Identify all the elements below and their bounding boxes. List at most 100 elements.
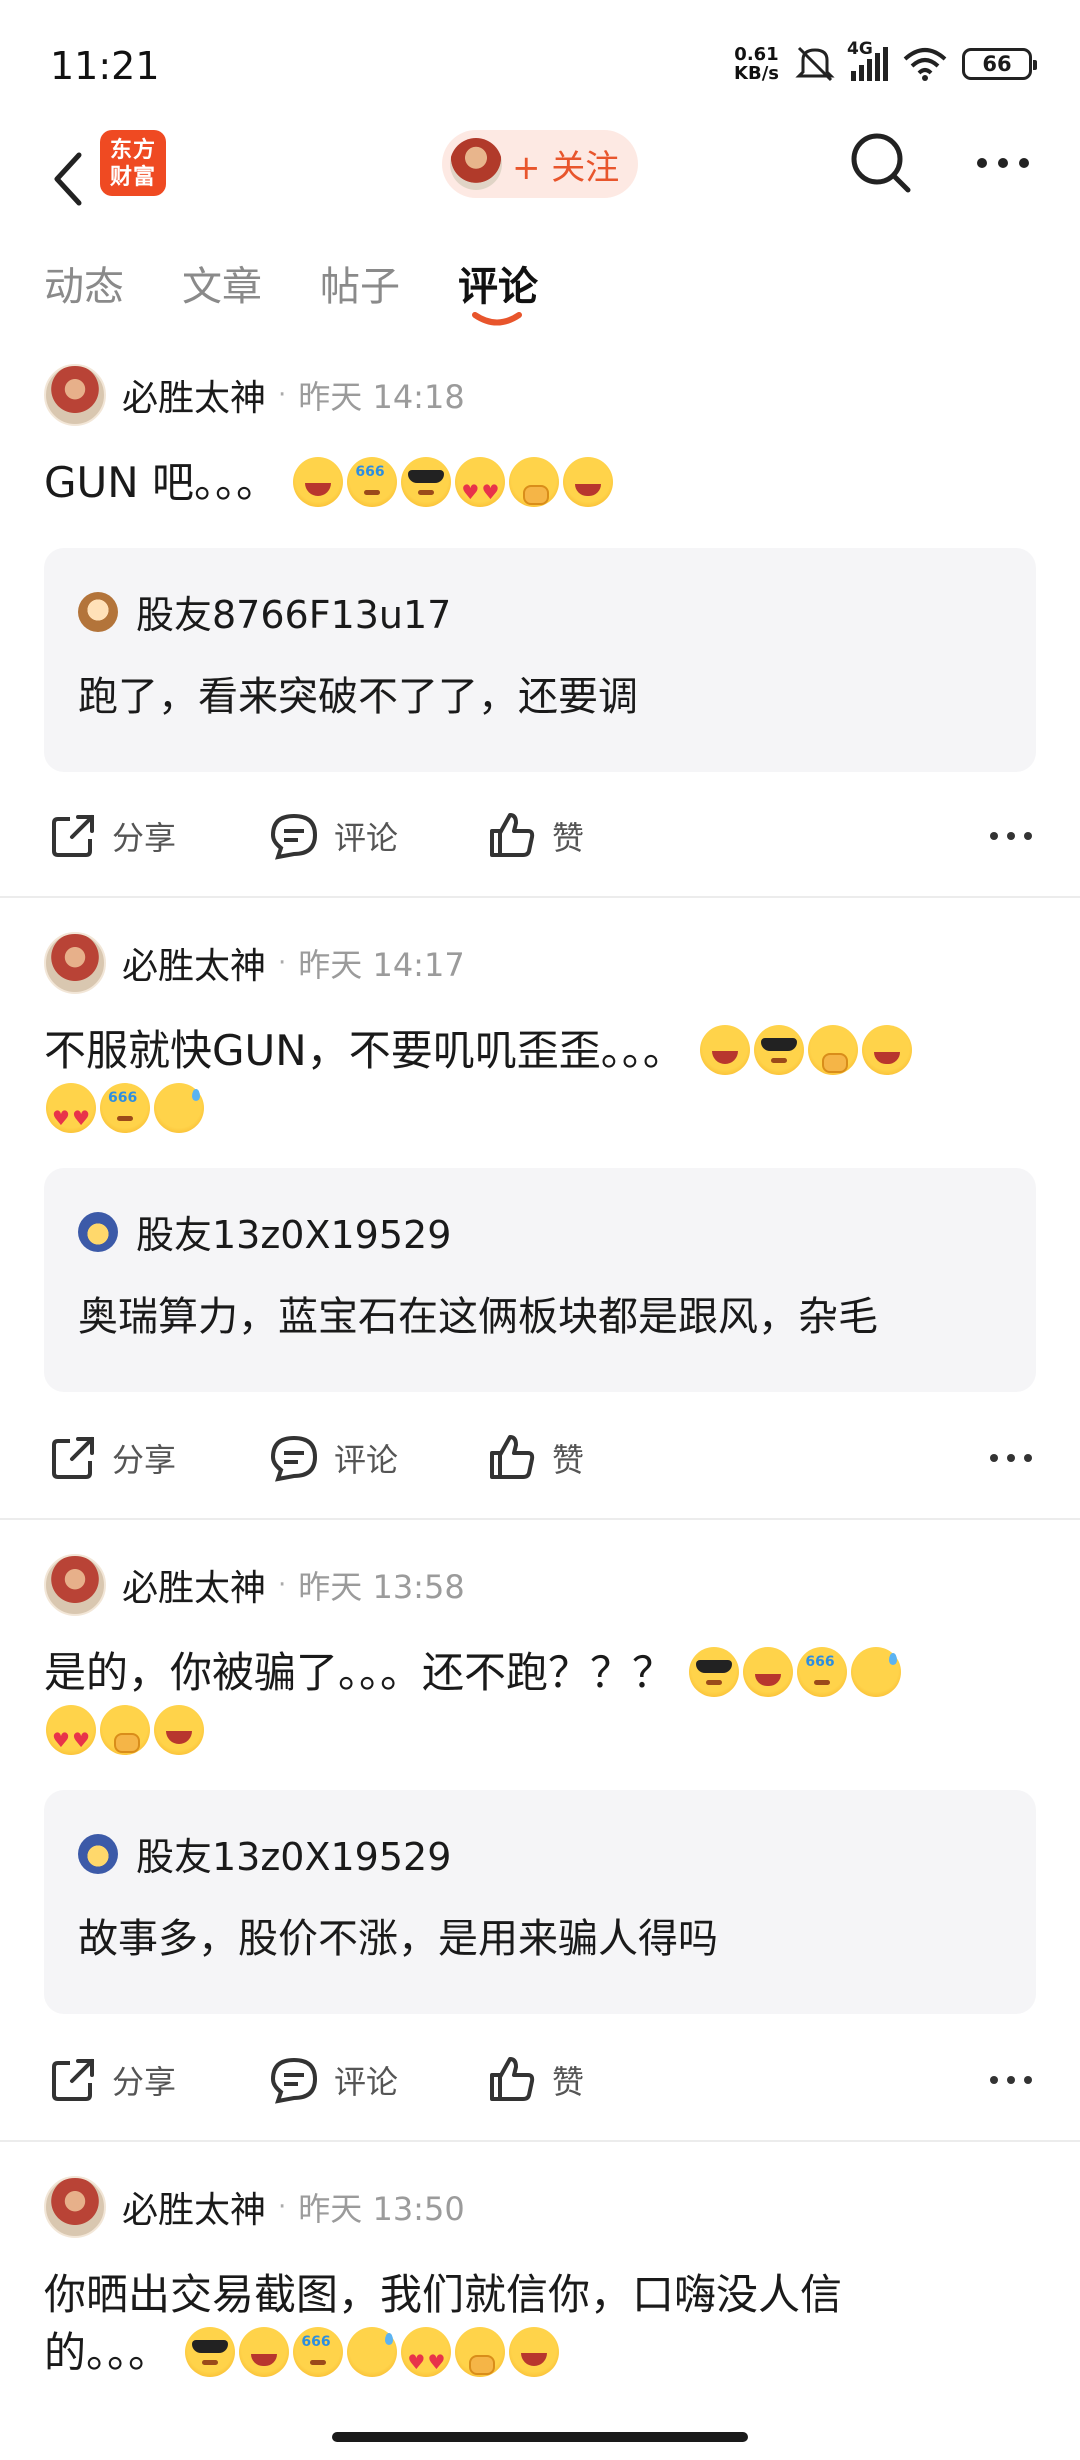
post-text[interactable]: 你晒出交易截图，我们就信你，口嗨没人信 的。。。 <box>44 2266 1044 2391</box>
laugh-emoji-icon <box>154 1705 204 1755</box>
cool-emoji-icon <box>185 2327 236 2377</box>
comment-icon <box>270 1435 318 1482</box>
post-time: 昨天 14:18 <box>298 378 465 416</box>
author-name[interactable]: 必胜太神 <box>122 2181 266 2233</box>
thumbs-up-icon <box>490 813 535 857</box>
quoted-comment[interactable]: 股友13z0X19529 故事多，股价不涨，是用来骗人得吗 <box>44 1790 1036 2014</box>
thumbs-up-icon <box>490 2057 535 2101</box>
quote-author: 股友8766F13u17 <box>136 593 452 637</box>
cool-emoji-icon <box>689 1647 740 1697</box>
more-icon[interactable] <box>986 1438 1036 1478</box>
quote-author: 股友13z0X19529 <box>136 1213 452 1257</box>
avatar <box>78 591 118 632</box>
quoted-comment[interactable]: 股友13z0X19529 奥瑞算力，蓝宝石在这俩板块都是跟风，杂毛 <box>44 1168 1036 1392</box>
more-icon[interactable] <box>986 2060 1036 2100</box>
like-button[interactable]: 赞 <box>486 796 584 876</box>
shy-emoji-icon <box>100 1705 150 1755</box>
post-card: 必胜太神 · 昨天 14:18 GUN 吧。。。 股友8766F13u17 跑了… <box>0 362 1080 902</box>
wifi-icon <box>903 48 947 81</box>
sweat-emoji-icon <box>154 1083 204 1133</box>
think-emoji-icon <box>100 1069 150 1133</box>
cool-emoji-icon <box>754 1025 805 1075</box>
author-name[interactable]: 必胜太神 <box>122 369 266 421</box>
divider <box>0 2140 1080 2142</box>
search-icon[interactable] <box>848 130 914 196</box>
grin-emoji-icon <box>862 1025 913 1075</box>
avatar[interactable] <box>44 1554 106 1616</box>
network-speed: 0.61 KB/s <box>734 44 779 84</box>
back-button[interactable] <box>38 134 98 224</box>
love-emoji-icon <box>46 1083 96 1147</box>
comment-button[interactable]: 评论 <box>268 796 398 876</box>
thumbs-up-icon <box>490 1435 535 1479</box>
post-text[interactable]: 不服就快GUN，不要叽叽歪歪。。。 <box>44 1022 1044 1147</box>
like-button[interactable]: 赞 <box>486 2040 584 2120</box>
status-time: 11:21 <box>50 44 160 88</box>
post-card: 必胜太神 · 昨天 13:58 是的，你被骗了。。。还不跑？？？ 股友13z0X… <box>0 1552 1080 2132</box>
cool-emoji-icon <box>401 457 452 507</box>
grin-emoji-icon <box>563 457 614 507</box>
post-text[interactable]: GUN 吧。。。 <box>44 443 1044 521</box>
post-card: 必胜太神 · 昨天 13:50 你晒出交易截图，我们就信你，口嗨没人信 的。。。 <box>0 2174 1080 2434</box>
tab-dynamics[interactable]: 动态 <box>44 254 124 312</box>
post-header: 必胜太神 · 昨天 14:17 <box>44 930 465 996</box>
chevron-left-icon <box>54 152 82 206</box>
share-button[interactable]: 分享 <box>48 796 176 876</box>
more-icon[interactable] <box>970 138 1036 188</box>
share-icon <box>52 815 94 857</box>
tab-comments[interactable]: 评论 <box>458 254 538 312</box>
avatar[interactable] <box>44 932 106 994</box>
avatar[interactable] <box>44 2176 106 2238</box>
post-time: 昨天 14:17 <box>298 946 465 984</box>
sweat-emoji-icon <box>347 2327 398 2377</box>
app-logo: 东方 财富 <box>100 130 166 196</box>
love-emoji-icon <box>455 457 506 521</box>
think-emoji-icon <box>293 2313 344 2377</box>
quoted-comment[interactable]: 股友8766F13u17 跑了，看来突破不了了，还要调 <box>44 548 1036 772</box>
comment-icon <box>270 813 318 860</box>
more-icon[interactable] <box>986 816 1036 856</box>
battery-icon: 66 <box>962 48 1037 80</box>
laugh-emoji-icon <box>700 1025 751 1075</box>
follow-button[interactable]: + 关注 <box>442 130 638 198</box>
comment-button[interactable]: 评论 <box>268 2040 398 2120</box>
quote-author: 股友13z0X19529 <box>136 1835 452 1879</box>
grin-emoji-icon <box>743 1647 794 1697</box>
post-header: 必胜太神 · 昨天 13:50 <box>44 2174 465 2240</box>
quote-text: 跑了，看来突破不了了，还要调 <box>78 674 638 720</box>
like-button[interactable]: 赞 <box>486 1418 584 1498</box>
post-text[interactable]: 是的，你被骗了。。。还不跑？？？ <box>44 1633 1044 1769</box>
share-icon <box>52 2059 94 2101</box>
avatar <box>450 138 502 190</box>
post-header: 必胜太神 · 昨天 13:58 <box>44 1552 465 1618</box>
tab-posts[interactable]: 帖子 <box>320 254 400 312</box>
quote-text: 奥瑞算力，蓝宝石在这俩板块都是跟风，杂毛 <box>78 1294 878 1340</box>
status-icons: 0.61 KB/s 4G 66 <box>734 39 1037 84</box>
post-time: 昨天 13:58 <box>298 1568 465 1606</box>
top-bar: 东方 财富 + 关注 <box>0 120 1080 250</box>
divider <box>0 896 1080 898</box>
home-indicator[interactable] <box>332 2432 748 2442</box>
share-button[interactable]: 分享 <box>48 1418 176 1498</box>
share-icon <box>52 1437 94 1479</box>
action-bar: 分享 评论 赞 <box>0 796 1080 876</box>
action-bar: 分享 评论 赞 <box>0 1418 1080 1498</box>
quote-text: 故事多，股价不涨，是用来骗人得吗 <box>78 1916 718 1962</box>
author-name[interactable]: 必胜太神 <box>122 937 266 989</box>
follow-label: + 关注 <box>512 147 620 188</box>
love-emoji-icon <box>46 1705 96 1769</box>
shy-emoji-icon <box>509 457 560 507</box>
share-button[interactable]: 分享 <box>48 2040 176 2120</box>
post-time: 昨天 13:50 <box>298 2190 465 2228</box>
avatar <box>78 1211 118 1252</box>
avatar[interactable] <box>44 364 106 426</box>
status-bar: 11:21 0.61 KB/s 4G 66 <box>0 0 1080 130</box>
tab-articles[interactable]: 文章 <box>182 254 262 312</box>
author-name[interactable]: 必胜太神 <box>122 1559 266 1611</box>
comment-button[interactable]: 评论 <box>268 1418 398 1498</box>
comment-icon <box>270 2057 318 2104</box>
tab-indicator <box>472 312 522 326</box>
think-emoji-icon <box>797 1633 848 1697</box>
grin-emoji-icon <box>239 2327 290 2377</box>
post-header: 必胜太神 · 昨天 14:18 <box>44 362 465 428</box>
